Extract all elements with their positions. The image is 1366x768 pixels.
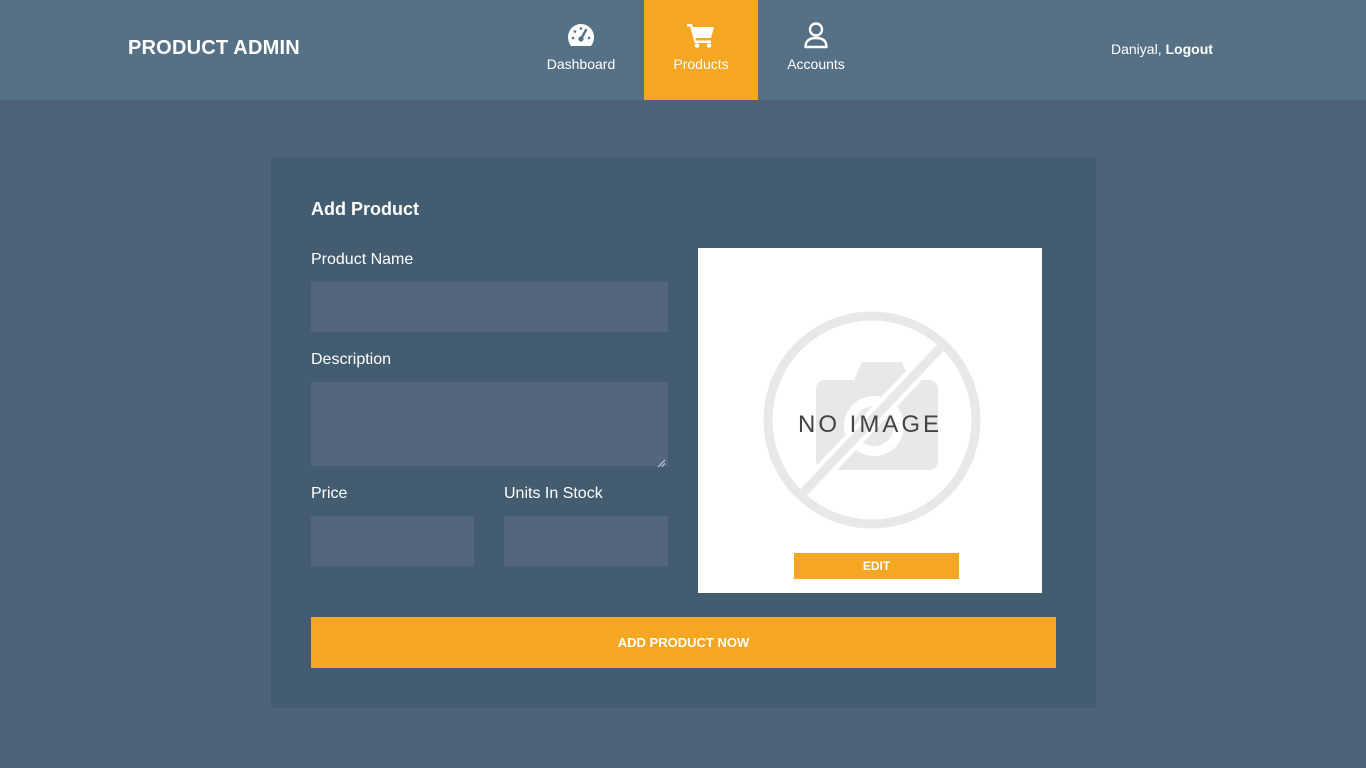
nav-label-dashboard: Dashboard [546,56,616,72]
brand-title[interactable]: PRODUCT ADMIN [128,37,300,60]
description-label: Description [311,351,392,368]
logout-link[interactable]: Logout [1165,41,1212,57]
user-name: Daniyal, [1111,41,1162,57]
add-product-now-button[interactable]: ADD PRODUCT NOW [311,617,1056,668]
top-navbar: PRODUCT ADMIN Dashboard Products Account… [0,0,1366,100]
tachometer-icon [566,21,596,49]
product-name-label: Product Name [311,251,414,268]
shopping-cart-icon [686,21,716,49]
units-in-stock-label: Units In Stock [504,485,603,502]
description-textarea[interactable] [311,382,668,466]
product-name-input[interactable] [311,282,668,332]
user-icon [801,21,831,49]
nav-item-dashboard[interactable]: Dashboard [530,0,632,100]
form-title: Add Product [311,199,419,219]
nav-item-products[interactable]: Products [644,0,758,100]
no-image-text: NO IMAGE [797,411,942,438]
resize-grip-icon[interactable] [657,455,666,468]
add-product-card: Add Product Product Name Description Pri… [271,157,1096,708]
user-area: Daniyal, Logout [1111,41,1213,57]
product-image-box: NO IMAGE EDIT [698,248,1042,593]
nav-item-accounts[interactable]: Accounts [770,0,862,100]
nav-label-accounts: Accounts [787,56,845,72]
nav-label-products: Products [673,56,729,72]
edit-image-button[interactable]: EDIT [794,553,959,579]
price-input[interactable] [311,516,474,566]
units-in-stock-input[interactable] [504,516,668,566]
price-label: Price [311,485,348,502]
